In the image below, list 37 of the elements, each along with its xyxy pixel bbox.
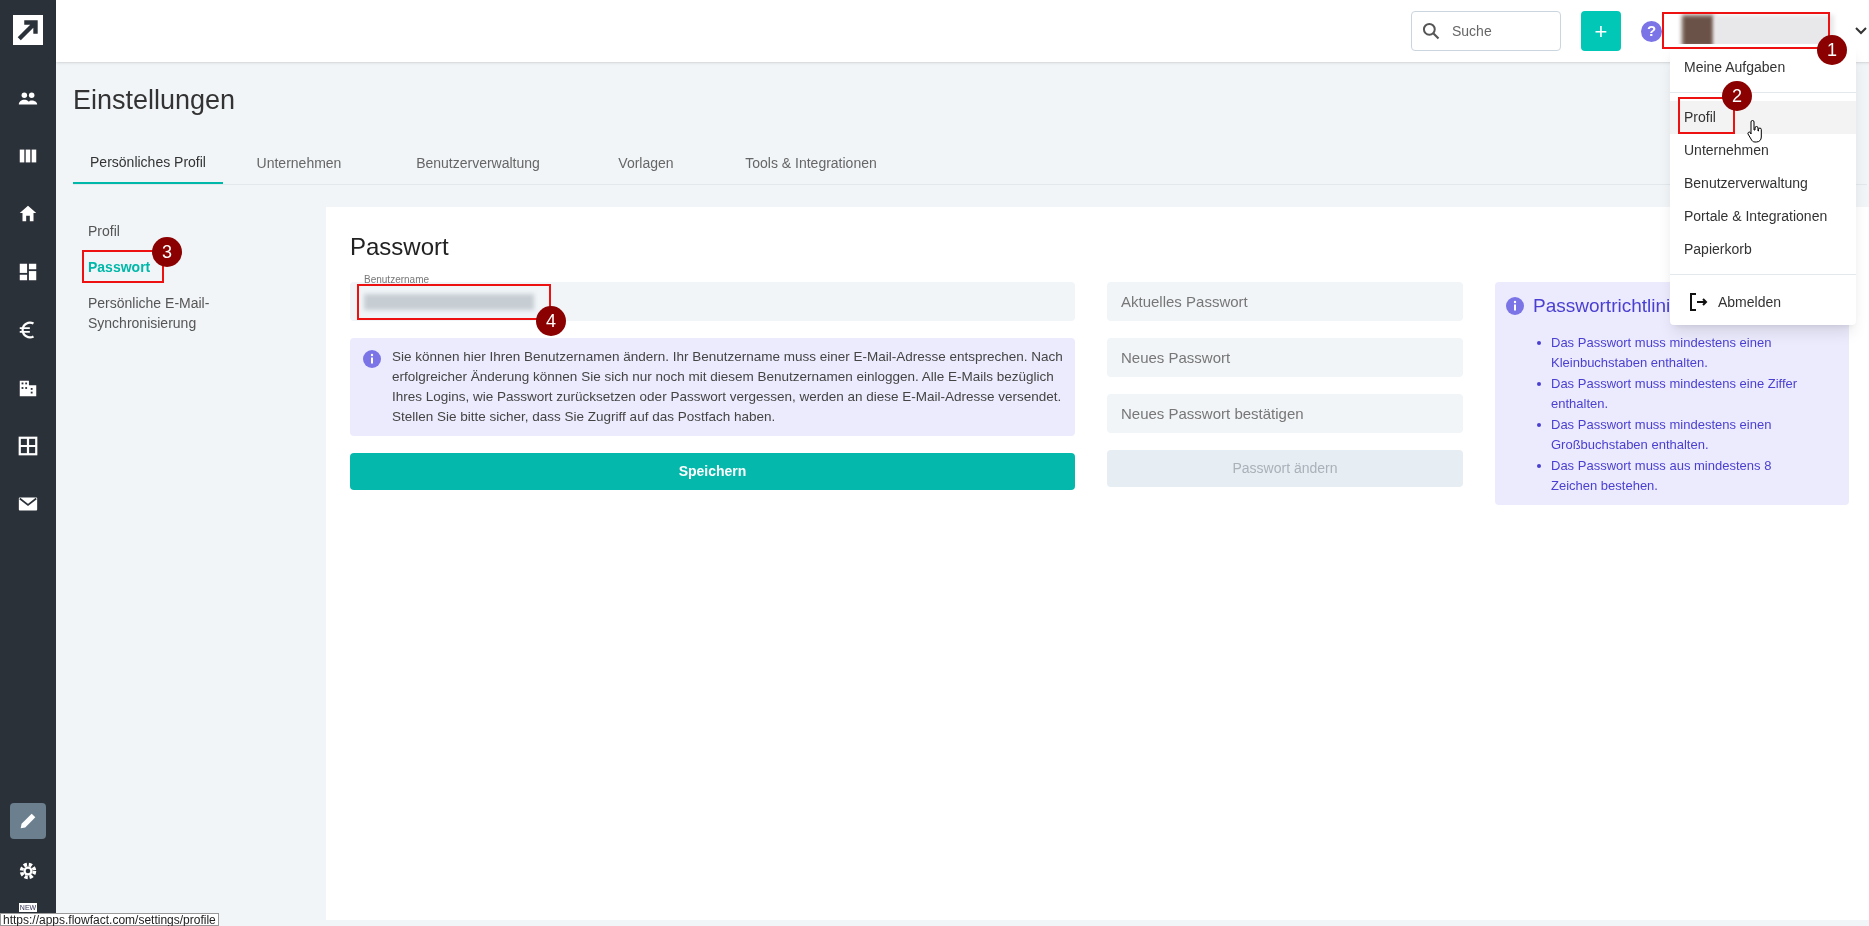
hand-cursor-icon [1746, 120, 1764, 144]
menu-item[interactable]: Portale & Integrationen [1670, 200, 1856, 233]
menu-item[interactable]: Profil [1670, 101, 1856, 134]
policy-rule: Das Passwort muss mindestens eine Ziffer enthalten. [1537, 373, 1819, 414]
password-field[interactable]: Aktuelles Passwort [1107, 282, 1463, 321]
section-title: Passwort [350, 232, 449, 262]
tab[interactable]: Benutzerverwaltung [375, 142, 581, 184]
help-button[interactable]: ? [1641, 20, 1662, 42]
subnav-link[interactable]: Persönliche E-Mail-Synchronisierung [88, 293, 218, 333]
grid-icon[interactable] [17, 435, 39, 457]
menu-item[interactable]: Benutzerverwaltung [1670, 167, 1856, 200]
menu-item[interactable]: Papierkorb [1670, 233, 1856, 266]
tab[interactable]: Unternehmen [223, 142, 375, 184]
menu-item[interactable]: Abmelden [1718, 291, 1782, 313]
search-field[interactable]: Suche [1411, 11, 1561, 51]
dashboard-icon[interactable] [17, 261, 39, 283]
policy-rule: Das Passwort muss mindestens einen Kleinbuchstaben enthalten. [1537, 332, 1819, 373]
policy-title: Passwortrichtlini [1533, 294, 1671, 318]
logout-icon [1688, 292, 1708, 312]
sidebar-item-selected[interactable] [10, 803, 46, 839]
menu-item[interactable]: Unternehmen [1670, 134, 1856, 167]
info-text: Sie können hier Ihren Benutzernamen ändern. Ihr Benutzername muss einer E-Mail-Adresse entsprechen. Nach erfolgreicher Änderung können Sie sich nur noch mit diesem Benutzernamen einloggen. Alle E-Mails bezüglich Ihres Logins, wie Passwort zurücksetzen oder Passwort vergessen, werden an diese E-Mail-Adresse versendet. Stellen Sie bitte sicher, dass Sie Zugriff auf das Postfach haben. [392, 348, 1063, 426]
info-icon [362, 349, 382, 369]
page-title: Einstellungen [73, 84, 236, 116]
tab[interactable]: Persönliches Profil [73, 142, 223, 184]
status-url: https://apps.flowfact.com/settings/profile [0, 913, 219, 926]
info-icon [1505, 296, 1525, 317]
settings-icon[interactable] [17, 860, 39, 882]
step-marker: 3 [152, 237, 182, 267]
policy-rule: Das Passwort muss aus mindestens 8 Zeichen bestehen. [1537, 455, 1819, 496]
password-field[interactable]: Neues Passwort [1107, 338, 1463, 377]
policy-rule: Das Passwort muss mindestens einen Großbuchstaben enthalten. [1537, 414, 1819, 455]
tab[interactable]: Vorlagen [581, 142, 711, 184]
logo-icon[interactable] [13, 15, 43, 45]
search-icon [1421, 21, 1441, 41]
password-field[interactable]: Neues Passwort bestätigen [1107, 394, 1463, 433]
tab[interactable]: Tools & Integrationen [711, 142, 911, 184]
